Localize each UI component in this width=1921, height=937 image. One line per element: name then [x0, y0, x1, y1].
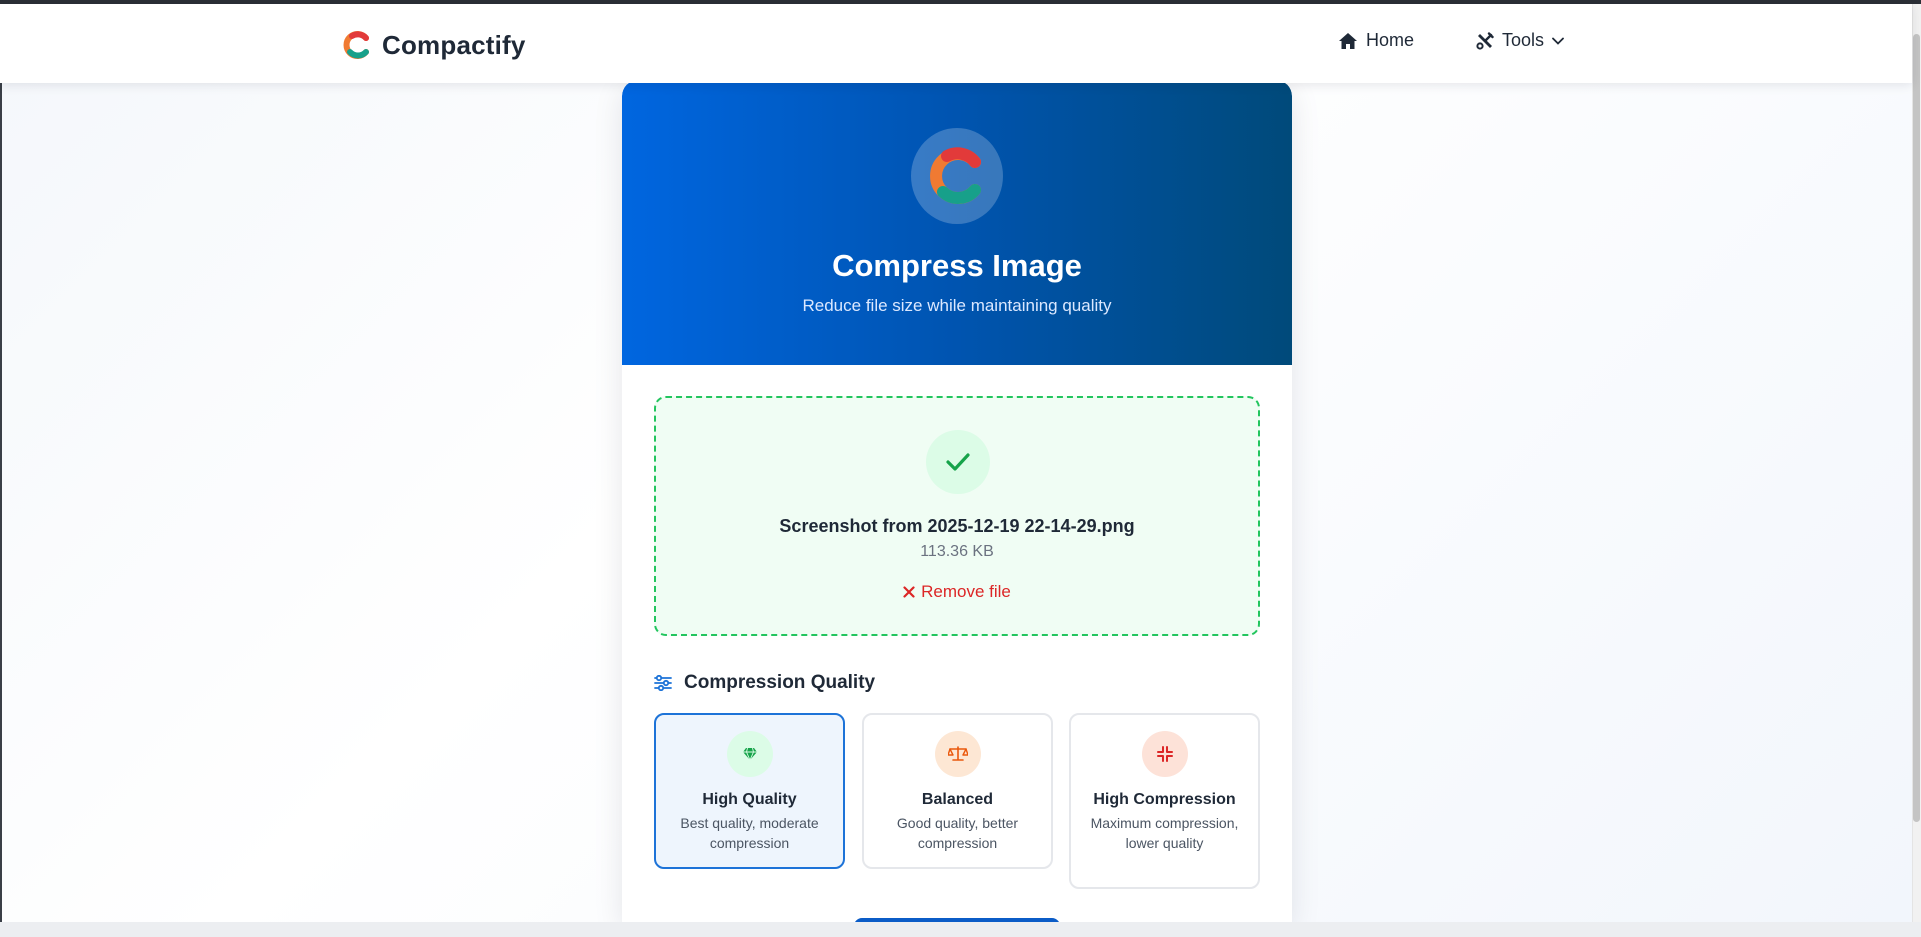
page-scrollbar[interactable]: [1912, 4, 1921, 922]
quality-option-title: High Quality: [702, 791, 797, 808]
quality-option-description: Good quality, better compression: [896, 815, 1019, 851]
window-left-edge: [0, 4, 2, 924]
remove-file-label: Remove file: [921, 582, 1011, 601]
file-size: 113.36 KB: [920, 543, 994, 560]
quality-option-description: Maximum compression, lower quality: [1090, 815, 1239, 851]
check-icon: [946, 453, 970, 471]
nav-home-label: Home: [1366, 30, 1415, 50]
close-icon: [903, 586, 915, 598]
quality-option-balanced[interactable]: Balanced Good quality, better compressio…: [862, 713, 1053, 869]
page-subtitle: Reduce file size while maintaining quali…: [802, 296, 1112, 315]
quality-option-icon-wrap: [1142, 731, 1188, 777]
quality-option-icon-wrap: [935, 731, 981, 777]
nav-home-link[interactable]: Home: [1338, 30, 1414, 51]
compress-card: Compress Image Reduce file size while ma…: [622, 80, 1292, 922]
nav-tools-dropdown[interactable]: Tools: [1476, 30, 1564, 51]
chevron-down-icon: [1552, 37, 1564, 45]
sliders-icon: [654, 675, 672, 691]
compactify-logo-icon: [343, 31, 369, 59]
compactify-logo-icon: [930, 147, 981, 204]
remove-file-button[interactable]: Remove file: [656, 582, 1258, 602]
tools-icon: [1476, 31, 1494, 50]
file-name: Screenshot from 2025-12-19 22-14-29.png: [779, 516, 1135, 536]
compression-quality-heading: Compression Quality: [654, 671, 875, 695]
upload-success-badge: [926, 430, 990, 494]
quality-option-title: High Compression: [1093, 791, 1236, 808]
quality-option-icon-wrap: [727, 731, 773, 777]
window-bottom-edge: [0, 922, 1921, 937]
quality-option-title: Balanced: [921, 791, 994, 808]
hero-logo: [911, 128, 1003, 224]
quality-option-description: Best quality, moderate compression: [680, 815, 819, 851]
compression-quality-title: Compression Quality: [684, 672, 876, 693]
home-icon: [1339, 32, 1357, 49]
brand[interactable]: Compactify: [342, 27, 526, 63]
quality-option-high-quality[interactable]: High Quality Best quality, moderate comp…: [654, 713, 845, 869]
scale-icon: [948, 746, 968, 761]
uploaded-file-panel[interactable]: Screenshot from 2025-12-19 22-14-29.png …: [654, 396, 1260, 636]
page-scrollbar-thumb[interactable]: [1913, 34, 1920, 822]
main-nav: Home Tools: [1338, 30, 1564, 51]
quality-option-high-compression[interactable]: High Compression Maximum compression, lo…: [1069, 713, 1260, 889]
brand-name: Compactify: [382, 29, 526, 60]
hero-banner: Compress Image Reduce file size while ma…: [622, 80, 1292, 365]
compress-icon: [1157, 746, 1173, 762]
gem-icon: [743, 747, 757, 761]
nav-tools-label: Tools: [1502, 30, 1545, 50]
navbar: Compactify Home Tools: [0, 4, 1912, 83]
page-title: Compress Image: [832, 248, 1082, 283]
